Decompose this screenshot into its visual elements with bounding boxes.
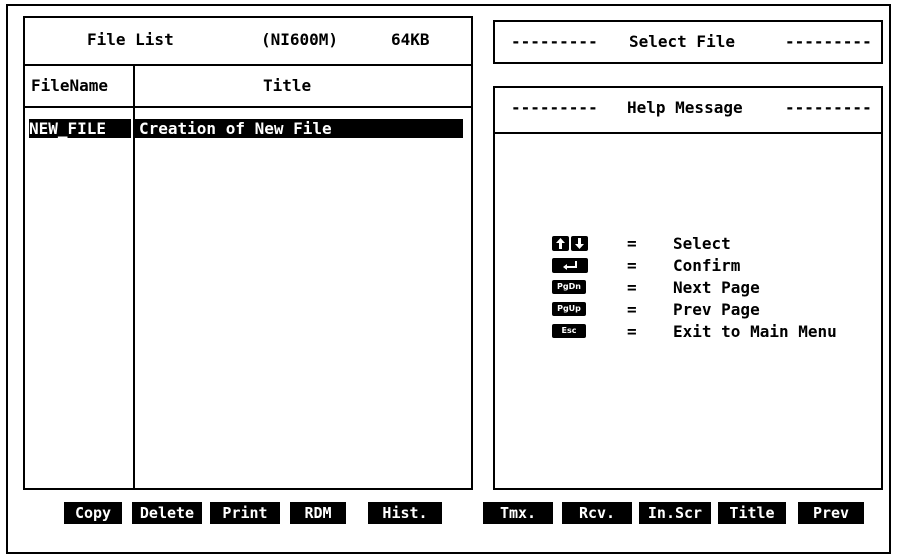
esc-key-icon: Esc: [552, 324, 586, 338]
equals-sign: =: [627, 322, 637, 341]
header-divider: [25, 64, 471, 66]
help-message-panel: --------- Help Message --------- = Selec…: [493, 86, 883, 490]
fkey-inscr-button[interactable]: In.Scr: [639, 502, 711, 524]
column-header-divider: [25, 106, 471, 108]
file-list-title: File List: [87, 30, 174, 49]
fkey-delete-button[interactable]: Delete: [132, 502, 202, 524]
help-text-select: Select: [673, 234, 731, 253]
help-header-divider: [495, 132, 881, 134]
column-header-title: Title: [263, 76, 312, 95]
enter-key-icon: [552, 258, 588, 273]
fkey-hist-button[interactable]: Hist.: [368, 502, 442, 524]
equals-sign: =: [627, 234, 637, 253]
row-filename[interactable]: NEW_FILE: [29, 119, 131, 138]
equals-sign: =: [627, 278, 637, 297]
file-list-panel: File List (NI600M) 64KB FileName Title N…: [23, 16, 473, 490]
pgdn-key-icon: PgDn: [552, 280, 586, 294]
equals-sign: =: [627, 256, 637, 275]
fkey-title-button[interactable]: Title: [718, 502, 786, 524]
device-model: (NI600M): [261, 30, 339, 49]
select-file-panel: --------- Select File ---------: [493, 20, 883, 64]
dash-rule-right: ---------: [785, 98, 872, 117]
dash-rule-right: ---------: [785, 32, 872, 51]
help-text-prev-page: Prev Page: [673, 300, 760, 319]
select-file-title: Select File: [629, 32, 735, 51]
equals-sign: =: [627, 300, 637, 319]
column-header-filename: FileName: [31, 76, 109, 95]
arrow-up-down-icon: [552, 236, 588, 251]
pgup-key-icon: PgUp: [552, 302, 586, 316]
fkey-copy-button[interactable]: Copy: [64, 502, 122, 524]
row-title[interactable]: Creation of New File: [135, 119, 463, 138]
dash-rule-left: ---------: [511, 32, 598, 51]
fkey-prev-button[interactable]: Prev: [798, 502, 864, 524]
memory-capacity: 64KB: [391, 30, 430, 49]
table-row[interactable]: NEW_FILE Creation of New File: [29, 119, 463, 138]
help-text-exit: Exit to Main Menu: [673, 322, 837, 341]
fkey-rcv-button[interactable]: Rcv.: [562, 502, 632, 524]
fkey-print-button[interactable]: Print: [210, 502, 280, 524]
fkey-rdm-button[interactable]: RDM: [290, 502, 346, 524]
help-message-title: Help Message: [627, 98, 743, 117]
fkey-tmx-button[interactable]: Tmx.: [483, 502, 553, 524]
help-text-confirm: Confirm: [673, 256, 741, 275]
dash-rule-left: ---------: [511, 98, 598, 117]
help-text-next-page: Next Page: [673, 278, 760, 297]
